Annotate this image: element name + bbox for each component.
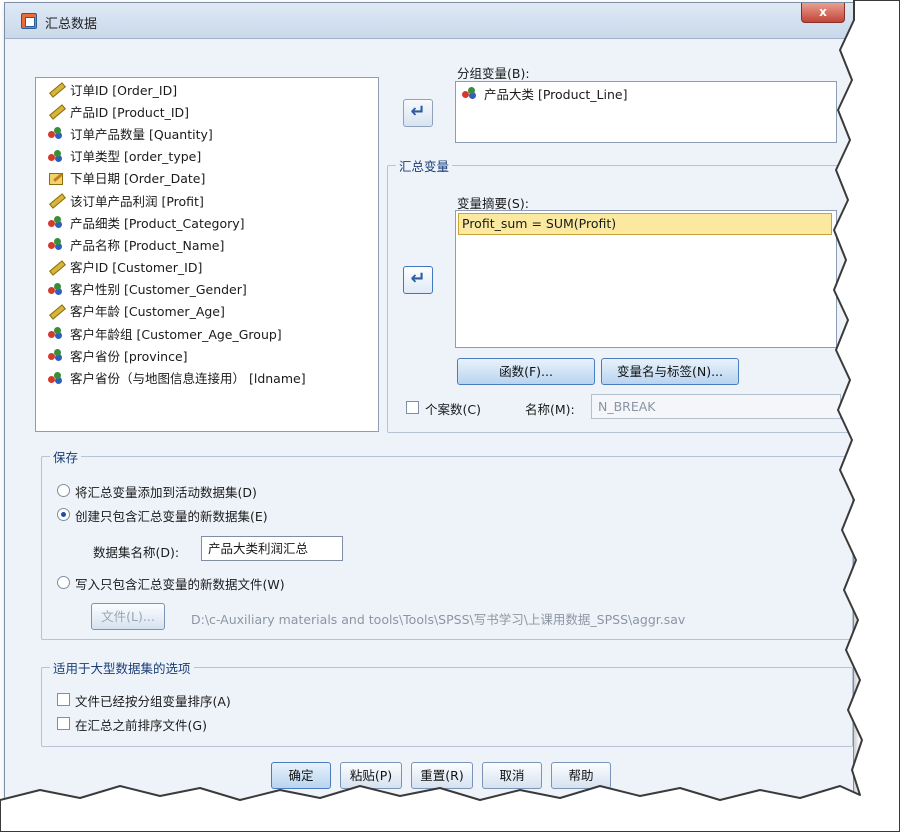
torn-edge-decoration (0, 0, 900, 832)
